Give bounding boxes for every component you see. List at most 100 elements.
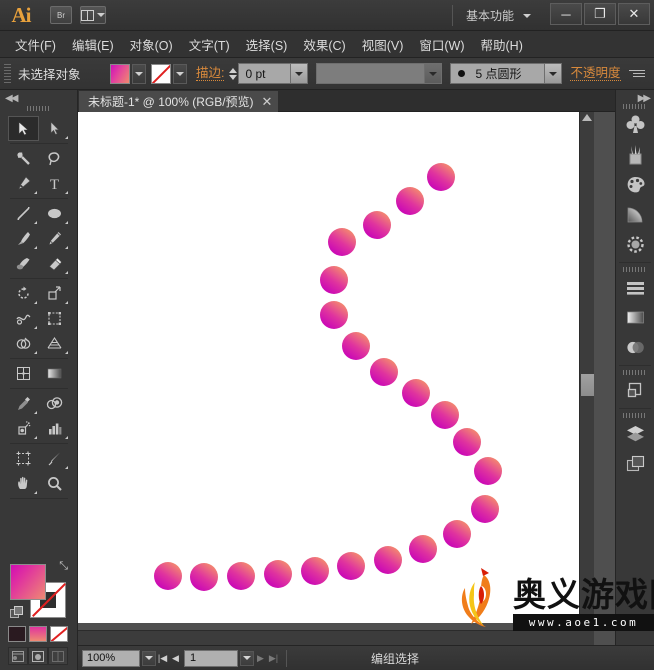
screen-full-icon[interactable] [48,647,68,665]
minimize-button[interactable]: ─ [550,3,582,25]
stroke-dropdown-button[interactable] [173,63,187,84]
panel-group-grip[interactable] [623,370,647,375]
fill-color-gradient[interactable] [10,564,46,600]
magic-wand-tool[interactable] [8,146,39,171]
menu-edit[interactable]: 编辑(E) [65,31,121,58]
vertical-scrollbar-thumb[interactable] [581,374,594,396]
pen-tool[interactable] [8,171,39,196]
collapse-right-icon[interactable]: ▶▶ [638,93,651,104]
stepper-down-icon[interactable] [229,74,238,80]
transparency-panel-icon[interactable] [616,334,654,364]
stroke-weight-stepper[interactable] [229,67,238,80]
width-tool[interactable] [8,306,39,331]
screen-menubar-icon[interactable] [28,647,48,665]
swatches-panel-icon[interactable] [616,171,654,201]
default-fill-stroke-icon[interactable] [10,606,24,620]
gradient-circle[interactable] [363,211,391,239]
eyedropper-tool[interactable] [8,391,39,416]
gradient-circle[interactable] [337,552,365,580]
scale-tool[interactable] [39,281,70,306]
eraser-tool[interactable] [39,251,70,276]
last-page-icon[interactable]: ▶| [267,650,280,667]
pathfinder-panel-icon[interactable] [616,377,654,407]
zoom-dropdown-button[interactable] [142,650,156,666]
gradient-circle[interactable] [320,301,348,329]
gradient-circle[interactable] [154,562,182,590]
none-button[interactable] [50,626,68,642]
menu-select[interactable]: 选择(S) [239,31,295,58]
horizontal-scrollbar[interactable] [78,630,594,645]
stepper-up-icon[interactable] [229,67,238,73]
artboard-tool[interactable] [8,446,39,471]
stroke-control[interactable] [151,63,187,84]
gradient-circle[interactable] [453,428,481,456]
paintbrush-tool[interactable] [8,226,39,251]
maximize-button[interactable]: ❐ [584,3,616,25]
gradient-circle[interactable] [320,266,348,294]
menu-view[interactable]: 视图(V) [355,31,411,58]
pencil-tool[interactable] [39,226,70,251]
close-button[interactable]: ✕ [618,3,650,25]
lasso-tool[interactable] [39,146,70,171]
brush-definition-select[interactable] [316,63,443,84]
menu-help[interactable]: 帮助(H) [474,31,530,58]
perspective-grid-tool[interactable] [39,331,70,356]
vertical-scrollbar[interactable] [579,112,594,623]
gradient-circle[interactable] [370,358,398,386]
scroll-up-icon[interactable] [582,114,592,121]
panel-group-grip[interactable] [623,267,647,272]
gradient-circle[interactable] [342,332,370,360]
document-tab[interactable]: 未标题-1* @ 100% (RGB/预览) ✕ [79,91,279,112]
gradient-circle[interactable] [301,557,329,585]
swap-fill-stroke-icon[interactable]: ⤡ [59,560,68,573]
panel-group-grip[interactable] [623,413,647,418]
gradient-tool[interactable] [39,361,70,386]
arrange-documents-button[interactable] [80,6,106,24]
close-icon[interactable]: ✕ [262,94,273,110]
appearance-panel-icon[interactable] [616,304,654,334]
gradient-circle[interactable] [396,187,424,215]
canvas-area[interactable] [78,112,654,645]
opacity-label[interactable]: 不透明度 [570,66,621,81]
artboards-panel-icon[interactable] [616,450,654,480]
menu-file[interactable]: 文件(F) [8,31,63,58]
column-graph-tool[interactable] [39,416,70,441]
align-panel-icon[interactable] [616,274,654,304]
menu-object[interactable]: 对象(O) [123,31,180,58]
gradient-circle[interactable] [409,535,437,563]
shape-builder-tool[interactable] [8,331,39,356]
brush-definition-dropdown-button[interactable] [424,64,442,83]
symbol-sprayer-tool[interactable] [8,416,39,441]
panel-group-grip[interactable] [623,104,647,109]
gradient-circle[interactable] [474,457,502,485]
fill-dropdown-button[interactable] [132,63,146,84]
menu-window[interactable]: 窗口(W) [412,31,471,58]
stroke-swatch[interactable] [151,63,171,84]
free-transform-tool[interactable] [39,306,70,331]
gradient-circle[interactable] [227,562,255,590]
gradient-circle[interactable] [443,520,471,548]
workspace-switcher[interactable]: 基本功能 [466,0,532,31]
direct-selection-tool[interactable] [39,116,70,141]
brushes-panel-icon[interactable] [616,141,654,171]
color-button[interactable] [8,626,26,642]
gradient-circle[interactable] [427,163,455,191]
type-tool[interactable]: T [39,171,70,196]
page-number-input[interactable]: 1 [184,649,238,667]
screen-normal-icon[interactable] [8,647,28,665]
stroke-weight-input[interactable]: 0 pt [238,63,309,84]
panel-menu-icon[interactable] [629,68,645,79]
symbols-panel-icon[interactable] [616,111,654,141]
gradient-circle[interactable] [471,495,499,523]
tools-panel-grip[interactable] [27,106,51,111]
first-page-icon[interactable]: |◀ [156,650,169,667]
blend-tool[interactable] [39,391,70,416]
hand-tool[interactable] [8,471,39,496]
ellipse-tool[interactable] [39,201,70,226]
line-segment-tool[interactable] [8,201,39,226]
slice-tool[interactable] [39,446,70,471]
gradient-circle[interactable] [374,546,402,574]
gradient-circle[interactable] [431,401,459,429]
stroke-panel-icon[interactable] [616,231,654,261]
collapse-left-icon[interactable]: ◀◀ [5,93,18,104]
